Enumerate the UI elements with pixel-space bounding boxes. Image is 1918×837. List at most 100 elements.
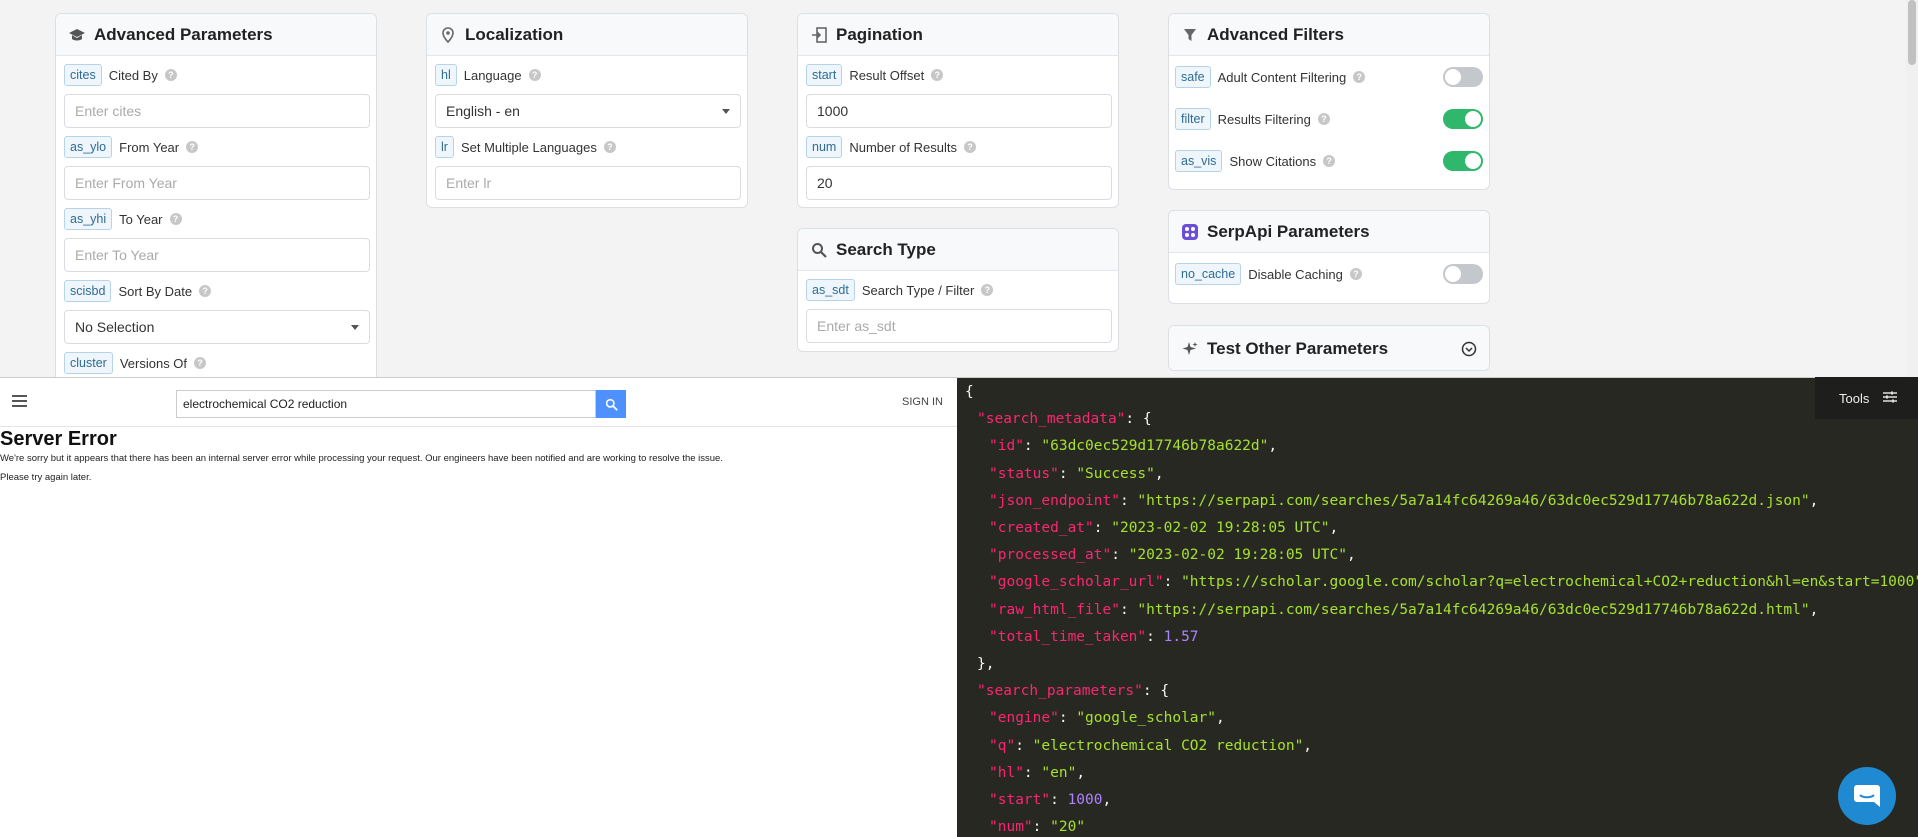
scholar-search-input[interactable]: electrochemical CO2 reduction (176, 390, 596, 418)
param-tag: cluster (64, 352, 113, 374)
help-icon[interactable]: ? (931, 69, 944, 81)
help-icon[interactable]: ? (528, 69, 541, 81)
param-label: Cited By (108, 67, 158, 83)
serpapi-logo-icon (1181, 223, 1199, 241)
param-tag: as_yhi (64, 208, 113, 230)
json-value: "electrochemical CO2 reduction" (1032, 737, 1304, 754)
as-sdt-input[interactable]: Enter as_sdt (806, 309, 1112, 343)
pagination-header: Pagination (798, 14, 1118, 56)
chat-support-button[interactable] (1838, 767, 1896, 825)
param-label: Disable Caching (1248, 266, 1343, 282)
results-filtering-toggle[interactable] (1443, 109, 1483, 129)
param-cites: cites Cited By ? (64, 64, 370, 86)
json-line: "q": "electrochemical CO2 reduction", (989, 737, 1313, 754)
param-tag: as_sdt (806, 279, 855, 301)
param-tag: hl (435, 64, 457, 86)
show-citations-toggle[interactable] (1443, 151, 1483, 171)
sparkle-icon (1181, 340, 1199, 358)
param-as-ylo: as_ylo From Year ? (64, 136, 370, 158)
filter-safe: safe Adult Content Filtering ? (1169, 56, 1489, 98)
help-icon[interactable]: ? (603, 141, 616, 153)
help-icon[interactable]: ? (194, 357, 207, 369)
param-label: Number of Results (849, 139, 957, 155)
number-of-results-input[interactable]: 20 (806, 166, 1112, 200)
scholar-search-button[interactable] (596, 390, 626, 418)
parameters-panel: Advanced Parameters cites Cited By ? Ent… (0, 0, 1918, 377)
help-icon[interactable]: ? (1353, 71, 1366, 83)
json-line: "status": "Success", (989, 465, 1164, 482)
json-value: "en" (1041, 764, 1077, 781)
json-value: "20" (1050, 819, 1086, 836)
param-tag: num (806, 136, 843, 158)
card-title: Search Type (836, 239, 936, 259)
json-value: "2023-02-02 19:28:05 UTC" (1111, 520, 1330, 536)
json-key: "json_endpoint" (989, 492, 1120, 509)
json-value: "https://serpapi.com/searches/5a7a14fc64… (1137, 492, 1810, 509)
selected-value: No Selection (75, 319, 155, 335)
chevron-down-circle-icon[interactable] (1461, 341, 1477, 357)
from-year-input[interactable]: Enter From Year (64, 166, 370, 200)
chevron-down-icon (351, 324, 359, 330)
card-title: Advanced Parameters (94, 24, 273, 44)
language-select[interactable]: English - en (435, 94, 741, 128)
param-as-yhi: as_yhi To Year ? (64, 208, 370, 230)
json-value: 1000 (1067, 792, 1103, 808)
test-other-parameters-card[interactable]: Test Other Parameters (1168, 325, 1490, 371)
help-icon[interactable]: ? (963, 141, 976, 153)
lr-input[interactable]: Enter lr (435, 166, 741, 200)
help-icon[interactable]: ? (199, 285, 212, 297)
json-line: }, (977, 656, 995, 672)
json-line: "hl": "en", (989, 764, 1086, 781)
param-tag: start (806, 64, 843, 86)
param-tag: safe (1175, 66, 1211, 88)
scholar-preview: electrochemical CO2 reduction SIGN IN Se… (0, 377, 957, 837)
test-other-header[interactable]: Test Other Parameters (1169, 326, 1489, 370)
result-offset-input[interactable]: 1000 (806, 94, 1112, 128)
json-key: "processed_at" (989, 547, 1112, 564)
error-retry: Please try again later. (0, 472, 92, 483)
help-icon[interactable]: ? (1317, 113, 1330, 125)
help-icon[interactable]: ? (186, 141, 199, 153)
param-no-cache: no_cache Disable Caching ? (1169, 253, 1489, 295)
advanced-filters-header: Advanced Filters (1169, 14, 1489, 56)
json-line: "engine": "google_scholar", (989, 710, 1225, 727)
to-year-input[interactable]: Enter To Year (64, 238, 370, 272)
param-label: Results Filtering (1217, 111, 1311, 127)
page-scrollbar[interactable] (1906, 0, 1918, 377)
disable-caching-toggle[interactable] (1443, 264, 1483, 284)
json-key: "status" (989, 465, 1059, 482)
help-icon[interactable]: ? (1323, 155, 1336, 167)
filter-as-vis: as_vis Show Citations ? (1169, 140, 1489, 182)
json-key: "id" (989, 438, 1024, 455)
tools-button[interactable]: Tools (1815, 377, 1918, 419)
help-icon[interactable]: ? (981, 284, 994, 296)
json-line: "search_metadata": { (977, 411, 1152, 428)
json-key: "start" (989, 792, 1051, 808)
help-icon[interactable]: ? (164, 69, 177, 81)
advanced-filters-card: Advanced Filters safe Adult Content Filt… (1168, 13, 1490, 190)
pagination-card: Pagination start Result Offset ? 1000 nu… (797, 13, 1119, 208)
search-icon (605, 398, 618, 411)
adult-content-toggle[interactable] (1443, 67, 1483, 87)
error-title: Server Error (0, 428, 117, 450)
param-label: Sort By Date (118, 283, 193, 299)
selected-value: English - en (446, 103, 520, 119)
json-value: "63dc0ec529d17746b78a622d" (1041, 438, 1269, 455)
cites-input[interactable]: Enter cites (64, 94, 370, 128)
advanced-parameters-card: Advanced Parameters cites Cited By ? Ent… (55, 13, 377, 377)
json-line: "search_parameters": { (977, 683, 1170, 700)
param-label: Language (463, 67, 522, 83)
help-icon[interactable]: ? (169, 213, 182, 225)
search-type-card: Search Type as_sdt Search Type / Filter … (797, 228, 1119, 352)
scrollbar-thumb[interactable] (1908, 0, 1916, 65)
json-key: "q" (989, 737, 1016, 754)
param-tag: as_ylo (64, 136, 113, 158)
json-value: "Success" (1076, 465, 1155, 482)
json-line: "created_at": "2023-02-02 19:28:05 UTC", (989, 520, 1339, 536)
sign-in-link[interactable]: SIGN IN (902, 396, 943, 408)
sort-by-date-select[interactable]: No Selection (64, 310, 370, 344)
help-icon[interactable]: ? (1349, 268, 1362, 280)
search-icon (810, 241, 828, 259)
card-title: Pagination (836, 24, 923, 44)
menu-icon[interactable] (12, 395, 27, 410)
